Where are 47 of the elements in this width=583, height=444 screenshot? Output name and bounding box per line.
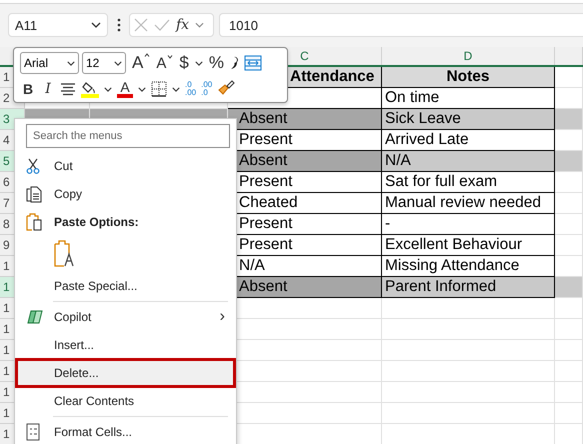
caret-icon <box>114 60 122 66</box>
format-cells-icon <box>26 423 40 441</box>
name-box[interactable]: A11 <box>8 13 108 37</box>
caret-icon[interactable] <box>138 86 146 92</box>
table-cell: Excellent Behaviour <box>382 235 555 256</box>
chevron-down-icon <box>167 54 174 58</box>
comma-style-icon[interactable] <box>230 56 238 70</box>
decrease-decimal-button[interactable]: .00 .0 <box>201 81 212 97</box>
copilot-icon <box>26 309 44 325</box>
percent-button[interactable]: % <box>208 53 224 73</box>
copy-icon <box>26 186 42 202</box>
table-cell: Parent Informed <box>382 277 555 298</box>
merge-center-icon[interactable] <box>244 55 262 71</box>
chevron-up-icon <box>144 53 150 57</box>
table-cell: N/A <box>382 151 555 172</box>
menu-item[interactable]: Delete... <box>16 359 235 387</box>
column-header[interactable]: D <box>382 47 555 65</box>
paste-icon <box>26 213 42 231</box>
paste-icon[interactable] <box>53 240 75 268</box>
caret-icon <box>91 22 101 28</box>
font-size-dropdown[interactable]: 12 <box>82 52 126 74</box>
caret-icon[interactable] <box>194 60 203 66</box>
caret-icon[interactable] <box>172 86 180 92</box>
increase-decimal-button[interactable]: .0 .00 <box>185 81 196 97</box>
align-center-icon[interactable] <box>60 82 76 96</box>
font-color-button[interactable]: A <box>117 80 133 98</box>
grow-font-button[interactable]: A <box>132 53 150 73</box>
caret-icon[interactable] <box>104 86 112 92</box>
table-cell: Sick Leave <box>382 109 555 130</box>
search-field[interactable]: Search the menus <box>26 124 230 148</box>
submenu-arrow: › <box>220 308 225 326</box>
font-dropdown[interactable]: Arial <box>20 52 79 74</box>
table-cell: - <box>382 214 555 235</box>
shrink-font-button[interactable]: A <box>156 54 174 72</box>
scissors-icon <box>26 158 40 174</box>
formula-field[interactable]: 1010 <box>219 13 583 37</box>
table-cell: Manual review needed <box>382 193 555 214</box>
caret-icon <box>67 60 75 66</box>
table-cell: Absent <box>228 109 382 130</box>
italic-button[interactable]: I <box>41 81 55 97</box>
insert-function-button[interactable]: fx <box>176 17 190 33</box>
table-cell: Notes <box>382 67 555 88</box>
fill-color-icon[interactable] <box>81 80 99 98</box>
borders-icon[interactable] <box>151 81 167 97</box>
table-cell: Sat for full exam <box>382 172 555 193</box>
more-icon[interactable] <box>117 18 121 32</box>
currency-button[interactable]: $ <box>179 53 189 73</box>
